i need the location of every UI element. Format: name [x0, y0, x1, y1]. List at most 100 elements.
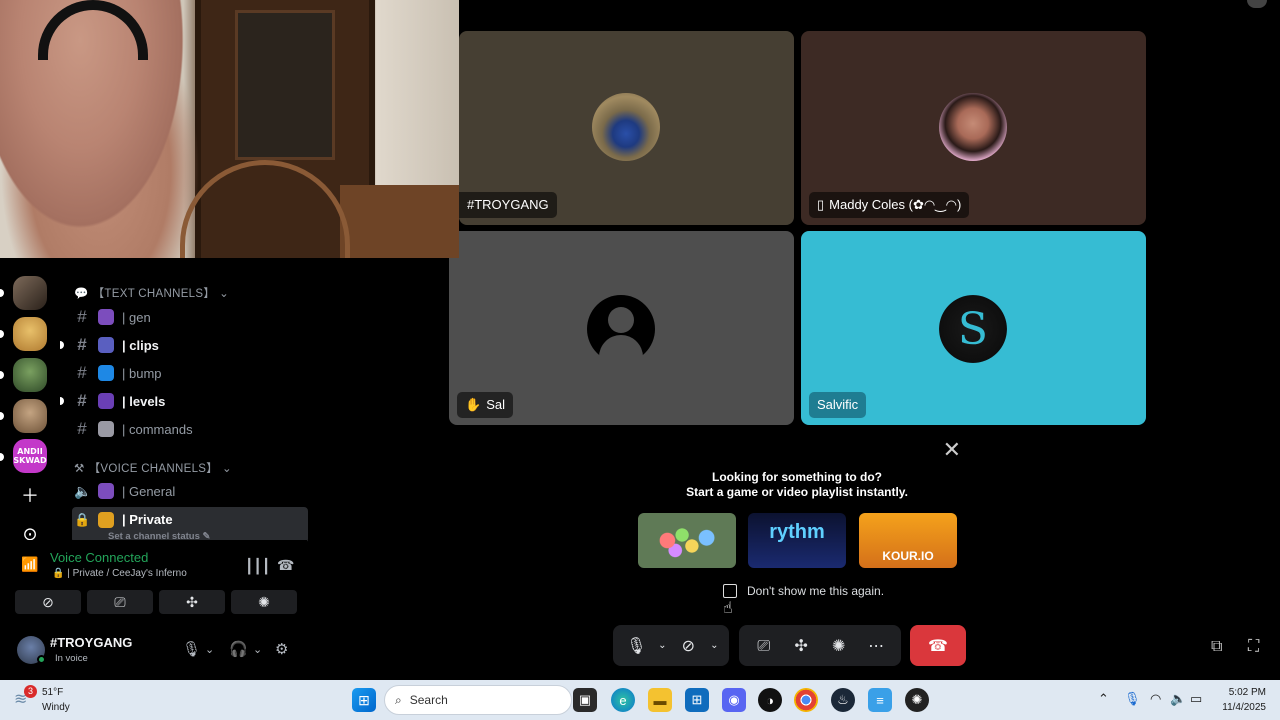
channel-private-voice[interactable]: 🔒 | Private Set a channel status ✎	[72, 507, 308, 543]
dont-show-checkbox[interactable]	[723, 584, 737, 598]
voice-status-panel: 📶 Voice Connected 🔒 | Private / CeeJay's…	[7, 540, 307, 628]
soundboard-button[interactable]: ✺	[821, 628, 857, 664]
gear-icon[interactable]: ⚙	[275, 640, 288, 658]
server-icon[interactable]	[13, 358, 47, 392]
game-card-kour[interactable]: KOUR.IO	[859, 513, 957, 568]
channel-emoji-icon	[98, 421, 114, 437]
store-icon[interactable]: ⊞	[685, 688, 709, 712]
hang-up-icon: ☎	[928, 636, 948, 655]
file-explorer-icon[interactable]: ▬	[648, 688, 672, 712]
steam-icon[interactable]: ♨	[831, 688, 855, 712]
microphone-icon[interactable]: 🎙	[182, 640, 201, 658]
category-text-channels[interactable]: 💬 【TEXT CHANNELS】 ⌄	[74, 285, 229, 301]
noise-suppression-icon[interactable]: ┃┃┃	[245, 558, 270, 575]
chevron-down-icon[interactable]: ⌄	[253, 643, 262, 656]
weather-condition: Windy	[42, 702, 70, 713]
channel-emoji-icon	[98, 337, 114, 353]
server-icon[interactable]	[13, 399, 47, 433]
hash-icon: #	[77, 391, 87, 410]
game-card-bubbles[interactable]	[638, 513, 736, 568]
video-tile-sal[interactable]: ✋ Sal	[449, 231, 794, 425]
weather-widget[interactable]: ≋ 3 51°F Windy	[14, 683, 114, 717]
camera-off-button[interactable]: ⊘	[15, 590, 81, 614]
signal-icon: 📶	[21, 556, 39, 572]
video-tile-salvific[interactable]: S Salvific	[801, 231, 1146, 425]
wifi-icon[interactable]: ◠	[1150, 691, 1161, 707]
volume-icon[interactable]: 🔈	[1170, 691, 1186, 707]
channel-emoji-icon	[98, 393, 114, 409]
lock-icon: 🔒	[74, 512, 91, 527]
disconnect-icon[interactable]: ☎	[277, 557, 294, 574]
microphone-button[interactable]: 🎙	[619, 628, 654, 664]
soundboard-button[interactable]: ✺	[231, 590, 297, 614]
mobile-icon: ▯	[817, 197, 825, 212]
category-voice-channels[interactable]: ⚒ 【VOICE CHANNELS】 ⌄	[74, 460, 232, 476]
fullscreen-icon[interactable]: ⛶	[1248, 636, 1268, 656]
chevron-down-icon[interactable]: ⌄	[654, 628, 671, 664]
add-server-icon[interactable]: ＋	[13, 478, 47, 512]
screen-share-button[interactable]: ⎚	[746, 628, 782, 664]
speech-bubble-icon: 💬	[74, 288, 89, 300]
microphone-icon[interactable]: 🎙	[1124, 691, 1141, 707]
server-unread-indicator	[0, 289, 4, 297]
battery-icon[interactable]: ▭	[1190, 691, 1202, 707]
audio-video-controls: 🎙 ⌄ ⊘ ⌄	[613, 625, 729, 666]
more-options-button[interactable]: ⋯	[858, 628, 894, 664]
video-tile-maddy[interactable]: ▯ Maddy Coles (✿◠‿◠)	[801, 31, 1146, 225]
server-unread-indicator	[0, 453, 4, 461]
app-icon[interactable]: ◑	[758, 688, 782, 712]
game-card-rythm[interactable]: rythm	[748, 513, 846, 568]
taskbar-search[interactable]: ⌕ Search	[384, 685, 572, 715]
chrome-icon[interactable]	[794, 688, 818, 712]
speaker-icon: 🔈	[74, 482, 92, 499]
app-icon[interactable]: ✺	[905, 688, 929, 712]
channel-emoji-icon	[98, 309, 114, 325]
server-icon[interactable]	[13, 276, 47, 310]
activities-button[interactable]: ✣	[159, 590, 225, 614]
participant-name: ▯ Maddy Coles (✿◠‿◠)	[809, 192, 970, 218]
clock[interactable]: 5:02 PM 11/4/2025	[1222, 685, 1266, 715]
voice-connected-label[interactable]: Voice Connected	[50, 550, 148, 565]
channel-gen[interactable]: # | gen	[72, 303, 308, 331]
server-icon[interactable]	[13, 317, 47, 351]
hash-icon: #	[77, 335, 87, 354]
windows-start-icon[interactable]: ⊞	[352, 688, 376, 712]
channel-levels[interactable]: # | levels	[60, 387, 308, 415]
pop-out-icon[interactable]: ⧉	[1211, 636, 1231, 656]
hash-icon: #	[77, 307, 87, 326]
search-icon: ⌕	[395, 692, 402, 707]
disconnect-button[interactable]: ☎	[910, 625, 966, 666]
channel-bump[interactable]: # | bump	[72, 359, 308, 387]
server-unread-indicator	[0, 330, 4, 338]
task-view-icon[interactable]: ▣	[573, 688, 597, 712]
avatar	[592, 93, 660, 161]
channel-clips[interactable]: # | clips	[60, 331, 308, 359]
headphones-icon[interactable]: 🎧	[229, 640, 248, 658]
chevron-up-icon[interactable]: ⌃	[1098, 691, 1109, 707]
activity-controls: ⎚ ✣ ✺ ⋯	[739, 625, 901, 666]
webcam-background	[235, 10, 335, 160]
camera-off-button[interactable]: ⊘	[671, 628, 706, 664]
channel-general-voice[interactable]: 🔈 | General	[72, 477, 308, 505]
channel-commands[interactable]: # | commands	[72, 415, 308, 443]
webcam-background	[340, 185, 459, 258]
chevron-down-icon[interactable]: ⌄	[706, 628, 723, 664]
hash-icon: #	[77, 419, 87, 438]
server-unread-indicator	[0, 371, 4, 379]
activity-suggestion-panel: ✕ Looking for something to do? Start a g…	[625, 432, 969, 622]
close-icon[interactable]: ✕	[943, 438, 961, 463]
chevron-down-icon: ⌄	[222, 463, 232, 475]
dont-show-option[interactable]: Don't show me this again.	[723, 584, 884, 598]
chevron-down-icon[interactable]: ⌄	[205, 643, 214, 656]
notification-icon[interactable]	[1247, 0, 1267, 8]
chevron-down-icon: ⌄	[219, 288, 230, 300]
video-tile-troygang[interactable]: #TROYGANG	[459, 31, 794, 225]
activities-button[interactable]: ✣	[783, 628, 819, 664]
notepad-icon[interactable]: ≡	[868, 688, 892, 712]
discord-icon[interactable]: ◉	[722, 688, 746, 712]
server-icon-andii-skwad[interactable]: ANDII SKWAD	[13, 439, 47, 473]
username[interactable]: #TROYGANG	[50, 635, 132, 650]
screen-share-button[interactable]: ⎚	[87, 590, 153, 614]
edge-icon[interactable]: e	[611, 688, 635, 712]
voice-location[interactable]: 🔒 | Private / CeeJay's Inferno	[52, 568, 187, 579]
